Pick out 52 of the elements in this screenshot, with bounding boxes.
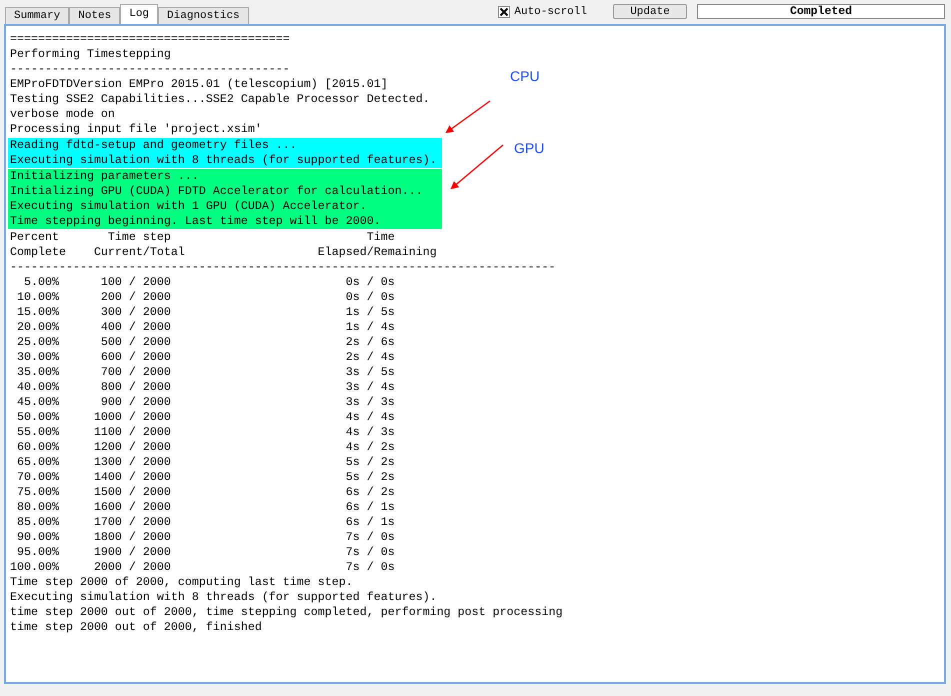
log-line: Executing simulation with 8 threads (for supported features). <box>9 153 437 168</box>
log-line: 35.00% 700 / 2000 3s / 5s <box>16 365 395 380</box>
auto-scroll-label[interactable]: Auto-scroll <box>514 6 587 18</box>
tab[interactable]: Summary <box>5 7 70 24</box>
log-line: time step 2000 out of 2000, time stepping completed, performing post processing <box>9 605 563 620</box>
log-line: 45.00% 900 / 2000 3s / 3s <box>16 395 395 410</box>
log-line: time step 2000 out of 2000, finished <box>9 620 262 635</box>
log-line: 55.00% 1100 / 2000 4s / 3s <box>16 425 395 440</box>
log-line: Initializing parameters ... <box>9 169 199 184</box>
log-line: verbose mode on <box>9 107 115 122</box>
tab[interactable]: Notes <box>69 7 120 24</box>
log-line: 85.00% 1700 / 2000 6s / 1s <box>16 515 395 530</box>
log-line: 50.00% 1000 / 2000 4s / 4s <box>16 410 395 425</box>
log-line: ---------------------------------------- <box>9 62 290 77</box>
log-line: 20.00% 400 / 2000 1s / 4s <box>16 320 395 335</box>
log-line: Time stepping beginning. Last time step will be 2000. <box>9 214 381 229</box>
log-line: 30.00% 600 / 2000 2s / 4s <box>16 350 395 365</box>
log-line: Processing input file 'project.xsim' <box>9 122 262 137</box>
log-line: 95.00% 1900 / 2000 7s / 0s <box>16 545 395 560</box>
annotation-arrow <box>450 144 504 190</box>
log-line: Executing simulation with 8 threads (for supported features). <box>9 590 437 605</box>
log-line: Executing simulation with 1 GPU (CUDA) Accelerator. <box>9 199 367 214</box>
log-line: Complete Current/Total Elapsed/Remaining <box>9 245 437 260</box>
log-line: 75.00% 1500 / 2000 6s / 2s <box>16 485 395 500</box>
update-button[interactable]: Update <box>613 4 687 19</box>
annotation-label: GPU <box>514 140 544 156</box>
annotation-arrow <box>445 100 490 134</box>
log-line: 10.00% 200 / 2000 0s / 0s <box>16 290 395 305</box>
annotation-label: CPU <box>510 68 540 84</box>
log-line: 70.00% 1400 / 2000 5s / 2s <box>16 470 395 485</box>
log-line: Performing Timestepping <box>9 47 171 62</box>
log-line: Reading fdtd-setup and geometry files ... <box>9 138 297 153</box>
log-line: ------------------------------------------------------------------------------ <box>9 260 556 275</box>
log-line: EMProFDTDVersion EMPro 2015.01 (telescopium) [2015.01] <box>9 77 388 92</box>
log-line: 100.00% 2000 / 2000 7s / 0s <box>9 560 395 575</box>
log-line: 40.00% 800 / 2000 3s / 4s <box>16 380 395 395</box>
log-line: Time step 2000 of 2000, computing last time step. <box>9 575 353 590</box>
log-line: 65.00% 1300 / 2000 5s / 2s <box>16 455 395 470</box>
tab[interactable]: Diagnostics <box>158 7 249 24</box>
log-line: 5.00% 100 / 2000 0s / 0s <box>22 275 395 290</box>
log-line: Testing SSE2 Capabilities...SSE2 Capable Processor Detected. <box>9 92 430 107</box>
log-line: 60.00% 1200 / 2000 4s / 2s <box>16 440 395 455</box>
log-line: 90.00% 1800 / 2000 7s / 0s <box>16 530 395 545</box>
log-line: 25.00% 500 / 2000 2s / 6s <box>16 335 395 350</box>
log-line: 80.00% 1600 / 2000 6s / 1s <box>16 500 395 515</box>
log-line: Percent Time step Time <box>9 230 395 245</box>
checkbox[interactable] <box>498 6 510 18</box>
tab[interactable]: Log <box>120 4 158 24</box>
log-line: 15.00% 300 / 2000 1s / 5s <box>16 305 395 320</box>
log-line: ======================================== <box>9 32 290 47</box>
status-field: Completed <box>697 4 945 19</box>
log-line: Initializing GPU (CUDA) FDTD Accelerator for calculation... <box>9 184 423 199</box>
